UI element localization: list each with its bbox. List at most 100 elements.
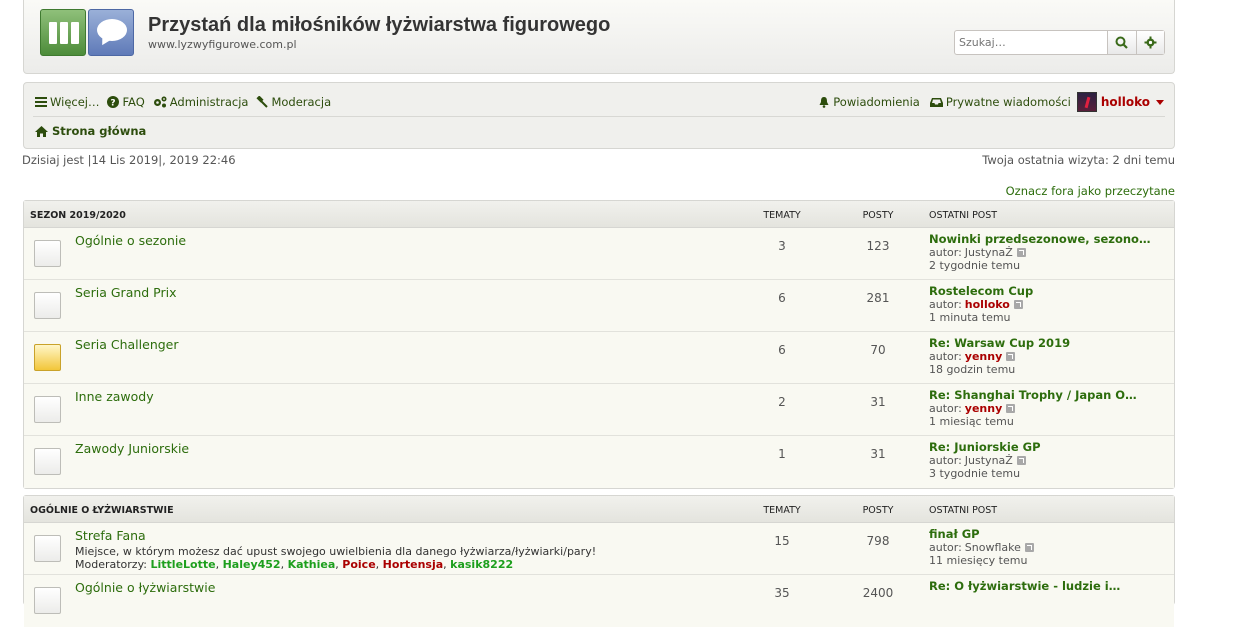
forum-read-icon (34, 292, 61, 319)
search-input[interactable] (955, 31, 1107, 54)
notifications-link[interactable]: Powiadomienia (818, 95, 920, 109)
site-title: Przystań dla miłośników łyżwiarstwa figu… (148, 14, 611, 36)
forum-name[interactable]: Seria Grand Prix (75, 285, 177, 300)
last-post-title[interactable]: Re: Warsaw Cup 2019 (929, 337, 1070, 350)
last-post-title[interactable]: Re: O łyżwiarstwie - ludzie i… (929, 580, 1120, 593)
forum-name[interactable]: Strefa Fana (75, 528, 146, 543)
last-post-title[interactable]: Nowinki przedsezonowe, sezono… (929, 233, 1150, 246)
goto-last-post-icon[interactable] (1024, 543, 1034, 552)
last-post: Re: Juniorskie GP autor: JustynaŻ 3 tygod… (929, 441, 1041, 481)
moderator-link[interactable]: Poice (342, 558, 375, 571)
logo-forum-icon (40, 9, 86, 56)
last-post: finał GP autor: Snowflake 11 miesięcy tem… (929, 528, 1034, 567)
forum-read-icon (34, 396, 61, 423)
advanced-search-button[interactable] (1135, 31, 1164, 54)
col-last-header: OSTATNI POST (929, 505, 998, 516)
last-post-time: 18 godzin temu (929, 363, 1016, 376)
goto-last-post-icon[interactable] (1013, 300, 1023, 309)
cogs-icon (153, 96, 167, 108)
forum-unread-icon (34, 344, 61, 371)
last-post-author[interactable]: Snowflake (965, 541, 1021, 554)
forum-moderators: Moderatorzy: LittleLotte, Haley452, Kath… (75, 558, 514, 571)
moderator-link[interactable]: Hortensja (383, 558, 443, 571)
moderation-label: Moderacja (271, 95, 332, 109)
forum-row: Seria Grand Prix 6 281 Rostelecom Cup au… (24, 280, 1174, 332)
moderator-link[interactable]: kasik8222 (450, 558, 513, 571)
last-post-author[interactable]: holloko (965, 298, 1010, 311)
forum-name[interactable]: Zawody Juniorskie (75, 441, 189, 456)
topic-count: 2 (778, 395, 786, 409)
mark-forums-read-link[interactable]: Oznacz fora jako przeczytane (1006, 184, 1175, 198)
more-menu[interactable]: Więcej… (35, 95, 99, 109)
forum-read-icon (34, 448, 61, 475)
post-count: 123 (866, 239, 890, 253)
last-post-title[interactable]: Rostelecom Cup (929, 285, 1033, 298)
moderator-link[interactable]: Haley452 (223, 558, 281, 571)
admin-link[interactable]: Administracja (153, 95, 248, 109)
last-post-time: 2 tygodnie temu (929, 259, 1021, 272)
post-count: 31 (870, 395, 886, 409)
category-block: OGÓLNIE O ŁYŻWIARSTWIE TEMATY POSTY OSTA… (23, 495, 1175, 627)
topic-count: 35 (774, 586, 790, 600)
last-post: Nowinki przedsezonowe, sezono… autor: Jus… (929, 233, 1150, 273)
post-count: 70 (870, 343, 886, 357)
topic-count: 1 (778, 447, 786, 461)
last-post-time: 1 minuta temu (929, 311, 1011, 324)
last-post-author[interactable]: yenny (965, 350, 1002, 363)
breadcrumb[interactable]: Strona główna (35, 124, 146, 138)
question-icon: ? (107, 96, 120, 109)
search-box (954, 30, 1165, 55)
pm-label: Prywatne wiadomości (945, 95, 1071, 109)
category-title[interactable]: SEZON 2019/2020 (30, 210, 126, 221)
goto-last-post-icon[interactable] (1006, 352, 1016, 361)
forum-name[interactable]: Ogólnie o łyżwiarstwie (75, 580, 215, 595)
avatar[interactable] (1076, 92, 1097, 112)
author-prefix: autor: (929, 350, 962, 363)
breadcrumb-home: Strona główna (52, 124, 147, 138)
last-post-title[interactable]: Re: Juniorskie GP (929, 441, 1041, 454)
moderation-link[interactable]: Moderacja (256, 95, 331, 109)
last-post: Rostelecom Cup autor: holloko 1 minuta te… (929, 285, 1033, 325)
category-header: SEZON 2019/2020 TEMATY POSTY OSTATNI POS… (24, 201, 1174, 228)
category-title[interactable]: OGÓLNIE O ŁYŻWIARSTWIE (30, 505, 174, 516)
last-post-author[interactable]: yenny (965, 402, 1002, 415)
forum-row: Seria Challenger 6 70 Re: Warsaw Cup 201… (24, 332, 1174, 384)
moderator-link[interactable]: Kathiea (288, 558, 336, 571)
search-icon (1115, 36, 1129, 49)
header-bar: Przystań dla miłośników łyżwiarstwa figu… (23, 0, 1175, 74)
last-post-time: 1 miesiąc temu (929, 415, 1014, 428)
search-button[interactable] (1107, 31, 1136, 54)
username[interactable]: holloko (1101, 95, 1150, 109)
svg-text:?: ? (111, 99, 116, 109)
last-post-title[interactable]: finał GP (929, 528, 1034, 541)
goto-last-post-icon[interactable] (1006, 404, 1016, 413)
topic-count: 3 (778, 239, 786, 253)
last-post-author[interactable]: JustynaŻ (965, 454, 1013, 467)
post-count: 281 (866, 291, 890, 305)
last-post: Re: O łyżwiarstwie - ludzie i… (929, 580, 1120, 593)
gear-icon (1144, 36, 1157, 49)
col-topics-header: TEMATY (763, 505, 801, 516)
col-last-header: OSTATNI POST (929, 210, 998, 221)
moderator-link[interactable]: LittleLotte (151, 558, 216, 571)
last-post-author[interactable]: JustynaŻ (965, 246, 1013, 259)
chevron-down-icon[interactable] (1156, 99, 1164, 105)
gavel-icon (256, 96, 269, 108)
col-posts-header: POSTY (862, 210, 894, 221)
pm-link[interactable]: Prywatne wiadomości (929, 95, 1071, 109)
post-count: 798 (866, 534, 890, 548)
last-post-time: 3 tygodnie temu (929, 467, 1021, 480)
site-logo[interactable] (40, 9, 134, 56)
forum-name[interactable]: Ogólnie o sezonie (75, 233, 186, 248)
goto-last-post-icon[interactable] (1016, 456, 1026, 465)
post-count: 31 (870, 447, 886, 461)
faq-link[interactable]: ? FAQ (107, 95, 145, 109)
author-prefix: autor: (929, 454, 962, 467)
forum-row: Strefa Fana Miejsce, w którym możesz dać… (24, 523, 1174, 575)
last-post-title[interactable]: Re: Shanghai Trophy / Japan O… (929, 389, 1137, 402)
forum-name[interactable]: Seria Challenger (75, 337, 179, 352)
site-url: www.lyzwyfigurowe.com.pl (148, 38, 297, 51)
forum-name[interactable]: Inne zawody (75, 389, 154, 404)
goto-last-post-icon[interactable] (1016, 248, 1026, 257)
nav-divider (33, 116, 1165, 117)
